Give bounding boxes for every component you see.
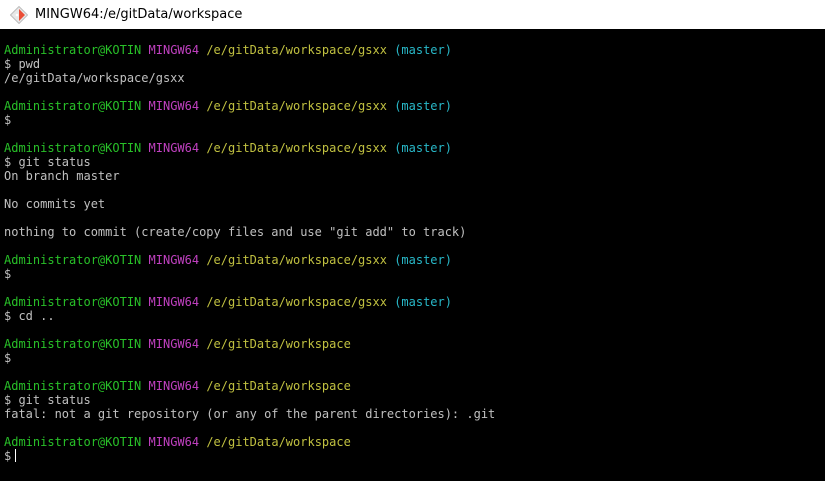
prompt-line: Administrator@KOTIN MINGW64 /e/gitData/w… <box>0 435 825 449</box>
prompt-line: Administrator@KOTIN MINGW64 /e/gitData/w… <box>0 99 825 113</box>
output-text: $ pwd <box>4 57 41 71</box>
prompt-system: MINGW64 <box>148 99 200 113</box>
prompt-user: Administrator@KOTIN <box>4 253 142 267</box>
output-text: On branch master <box>4 169 120 183</box>
output-text: /e/gitData/workspace/gsxx <box>4 71 185 85</box>
output-text: $ <box>4 351 12 365</box>
output-text: $ git status <box>4 393 91 407</box>
prompt-path: /e/gitData/workspace <box>206 337 351 351</box>
prompt-system: MINGW64 <box>148 337 200 351</box>
output-line: $ cd .. <box>0 309 825 323</box>
prompt-user: Administrator@KOTIN <box>4 295 142 309</box>
prompt-user: Administrator@KOTIN <box>4 43 142 57</box>
prompt-path: /e/gitData/workspace/gsxx <box>206 99 387 113</box>
output-line: $ git status <box>0 155 825 169</box>
prompt-path: /e/gitData/workspace/gsxx <box>206 295 387 309</box>
output-text: $ cd .. <box>4 309 55 323</box>
output-line: $ <box>0 113 825 127</box>
prompt-symbol: $ <box>4 449 12 463</box>
prompt-path: /e/gitData/workspace/gsxx <box>206 253 387 267</box>
output-text: fatal: not a git repository (or any of t… <box>4 407 496 421</box>
prompt-line: Administrator@KOTIN MINGW64 /e/gitData/w… <box>0 337 825 351</box>
prompt-system: MINGW64 <box>148 295 200 309</box>
terminal-window: MINGW64:/e/gitData/workspace Administrat… <box>0 0 825 481</box>
prompt-branch: (master) <box>394 43 452 57</box>
output-text: $ git status <box>4 155 91 169</box>
prompt-path: /e/gitData/workspace <box>206 379 351 393</box>
output-line: $ git status <box>0 393 825 407</box>
prompt-system: MINGW64 <box>148 43 200 57</box>
prompt-path: /e/gitData/workspace/gsxx <box>206 141 387 155</box>
terminal-output[interactable]: Administrator@KOTIN MINGW64 /e/gitData/w… <box>0 43 825 481</box>
prompt-system: MINGW64 <box>148 253 200 267</box>
text-cursor[interactable] <box>15 449 17 462</box>
command-input-line[interactable]: $ <box>0 449 825 463</box>
prompt-line: Administrator@KOTIN MINGW64 /e/gitData/w… <box>0 253 825 267</box>
output-line: nothing to commit (create/copy files and… <box>0 225 825 239</box>
output-line: /e/gitData/workspace/gsxx <box>0 71 825 85</box>
prompt-path: /e/gitData/workspace/gsxx <box>206 43 387 57</box>
output-line: $ <box>0 267 825 281</box>
prompt-user: Administrator@KOTIN <box>4 99 142 113</box>
output-text: nothing to commit (create/copy files and… <box>4 225 467 239</box>
prompt-branch: (master) <box>394 253 452 267</box>
prompt-line: Administrator@KOTIN MINGW64 /e/gitData/w… <box>0 295 825 309</box>
prompt-user: Administrator@KOTIN <box>4 379 142 393</box>
output-line: $ <box>0 351 825 365</box>
title-bar[interactable]: MINGW64:/e/gitData/workspace <box>0 0 825 29</box>
prompt-line: Administrator@KOTIN MINGW64 /e/gitData/w… <box>0 43 825 57</box>
prompt-user: Administrator@KOTIN <box>4 337 142 351</box>
prompt-user: Administrator@KOTIN <box>4 435 142 449</box>
prompt-branch: (master) <box>394 141 452 155</box>
output-line: On branch master <box>0 169 825 183</box>
git-icon <box>9 5 29 24</box>
prompt-system: MINGW64 <box>148 435 200 449</box>
prompt-line: Administrator@KOTIN MINGW64 /e/gitData/w… <box>0 379 825 393</box>
prompt-branch: (master) <box>394 295 452 309</box>
prompt-branch: (master) <box>394 99 452 113</box>
window-title: MINGW64:/e/gitData/workspace <box>35 7 243 22</box>
output-line: $ pwd <box>0 57 825 71</box>
prompt-user: Administrator@KOTIN <box>4 141 142 155</box>
output-line: No commits yet <box>0 197 825 211</box>
output-text: No commits yet <box>4 197 106 211</box>
prompt-system: MINGW64 <box>148 141 200 155</box>
prompt-system: MINGW64 <box>148 379 200 393</box>
output-line: fatal: not a git repository (or any of t… <box>0 407 825 421</box>
prompt-line: Administrator@KOTIN MINGW64 /e/gitData/w… <box>0 141 825 155</box>
output-text: $ <box>4 267 12 281</box>
output-text: $ <box>4 113 12 127</box>
prompt-path: /e/gitData/workspace <box>206 435 351 449</box>
